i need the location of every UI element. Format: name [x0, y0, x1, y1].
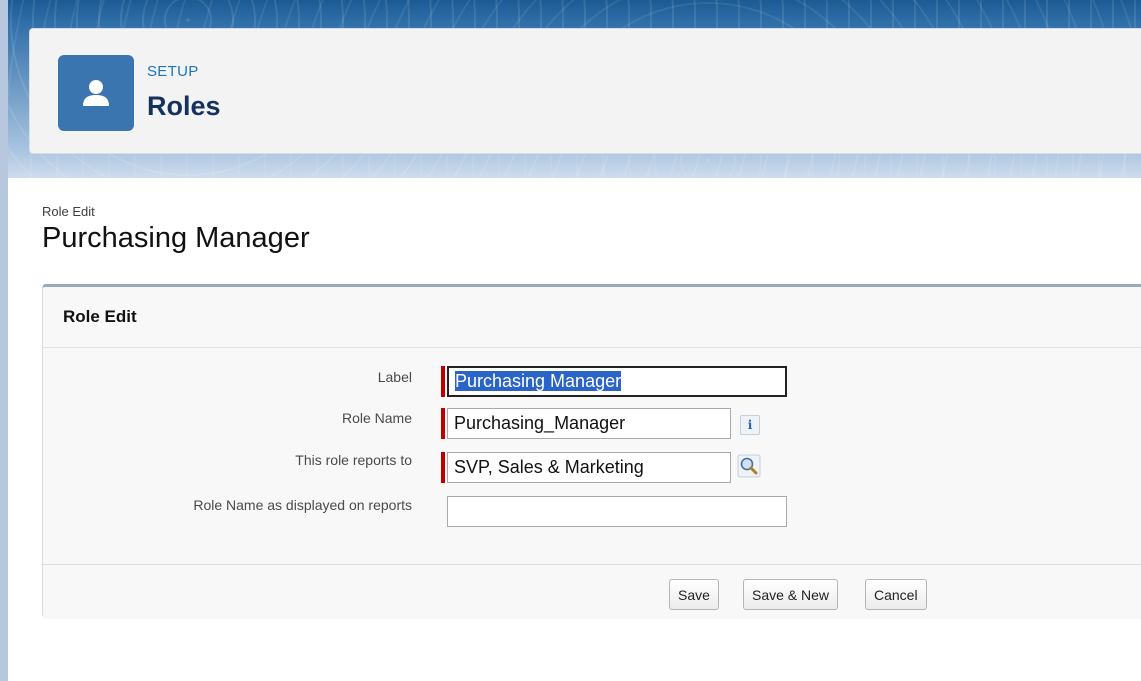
left-rail: [0, 0, 8, 681]
role-name-field[interactable]: [447, 408, 731, 439]
label-field[interactable]: Purchasing Manager: [447, 366, 787, 397]
label-field-label: Label: [377, 369, 412, 385]
panel-header: Role Edit: [43, 287, 1141, 348]
required-indicator: [441, 366, 445, 397]
main-content: Role Edit Purchasing Manager Role Edit L…: [8, 178, 1141, 681]
required-indicator: [441, 408, 445, 439]
save-button[interactable]: Save: [669, 579, 719, 610]
panel-footer: Save Save & New Cancel: [43, 564, 1141, 619]
user-icon: [58, 55, 134, 131]
setup-label: SETUP: [147, 63, 199, 80]
reports-to-field-label: This role reports to: [295, 452, 412, 468]
role-edit-panel: Role Edit Label Purchasing Manager Role …: [42, 284, 1141, 619]
required-indicator: [441, 452, 445, 483]
header-banner: SETUP Roles: [8, 0, 1141, 178]
save-and-new-button[interactable]: Save & New: [743, 579, 839, 610]
lookup-icon[interactable]: [737, 454, 761, 478]
info-icon[interactable]: i: [740, 415, 760, 435]
cancel-button[interactable]: Cancel: [865, 579, 927, 610]
role-name-field-label: Role Name: [341, 410, 412, 426]
panel-title: Role Edit: [63, 307, 137, 326]
page-header-card: SETUP Roles: [29, 28, 1141, 154]
label-field-value: Purchasing Manager: [455, 371, 622, 391]
page-subtitle: Role Edit: [42, 204, 95, 219]
page-title: Roles: [147, 91, 221, 121]
display-name-field-label: Role Name as displayed on reports: [193, 497, 412, 513]
record-title: Purchasing Manager: [42, 222, 310, 254]
panel-body: Label Purchasing Manager Role Name i Thi…: [43, 348, 1141, 564]
reports-to-field[interactable]: [447, 452, 731, 483]
display-name-field[interactable]: [447, 496, 787, 527]
